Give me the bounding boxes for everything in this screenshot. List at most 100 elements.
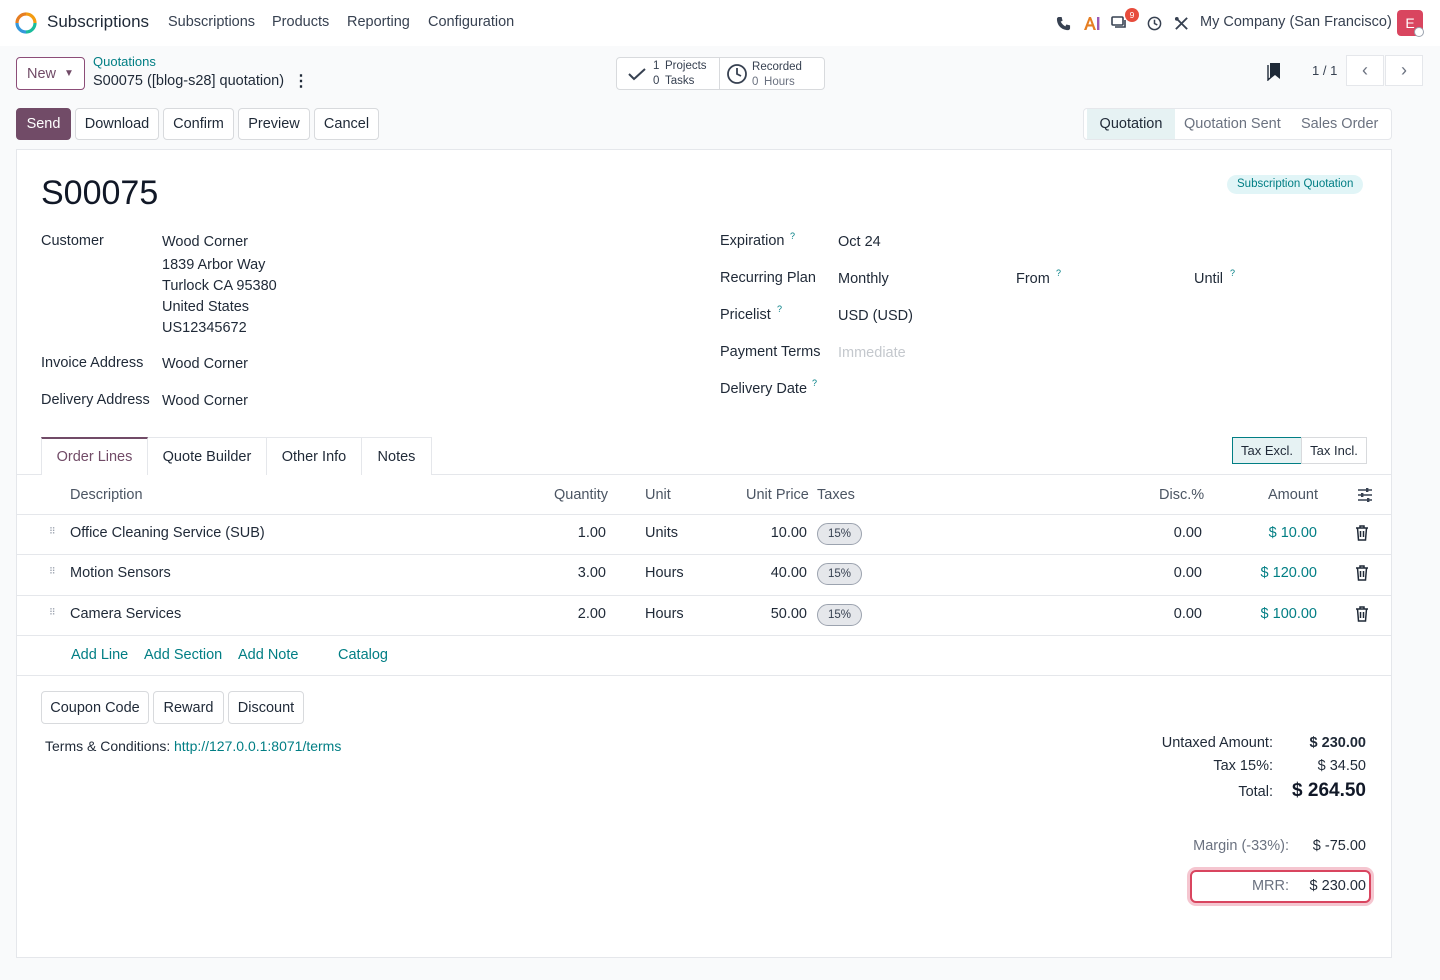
line-tax-badge[interactable]: 15% xyxy=(817,563,862,585)
reward-button[interactable]: Reward xyxy=(153,691,224,724)
invoice-address-field[interactable]: Wood Corner xyxy=(162,356,248,372)
line-tax-badge[interactable]: 15% xyxy=(817,604,862,626)
add-line-link[interactable]: Add Line xyxy=(71,647,128,663)
delete-line-icon[interactable] xyxy=(1355,525,1369,541)
margin-value: $ -75.00 xyxy=(1312,838,1366,854)
pricelist-label: Pricelist xyxy=(720,307,771,323)
line-unit[interactable]: Hours xyxy=(645,565,684,581)
breadcrumb-quotations[interactable]: Quotations xyxy=(93,54,156,69)
payment-terms-field[interactable]: Immediate xyxy=(838,345,906,361)
line-unit-price[interactable]: 50.00 xyxy=(737,606,807,622)
download-button[interactable]: Download xyxy=(75,108,159,140)
delete-line-icon[interactable] xyxy=(1355,565,1369,581)
line-amount: $ 100.00 xyxy=(1260,606,1317,622)
column-amount[interactable]: Amount xyxy=(1268,487,1318,503)
tab-other-info[interactable]: Other Info xyxy=(266,437,362,475)
discount-button[interactable]: Discount xyxy=(228,691,304,724)
line-description[interactable]: Office Cleaning Service (SUB) xyxy=(70,525,265,541)
pager-previous-button[interactable]: ‹ xyxy=(1346,55,1384,86)
hours-label: Hours xyxy=(764,76,795,88)
subscriptions-app-icon[interactable] xyxy=(14,11,38,35)
line-unit[interactable]: Hours xyxy=(645,606,684,622)
drag-handle-icon[interactable]: ⠿ xyxy=(49,527,57,541)
tab-notes[interactable]: Notes xyxy=(361,437,432,475)
catalog-link[interactable]: Catalog xyxy=(338,647,388,663)
pricelist-help-icon[interactable]: ? xyxy=(777,304,782,314)
column-taxes[interactable]: Taxes xyxy=(817,487,855,503)
delivery-address-field[interactable]: Wood Corner xyxy=(162,393,248,409)
line-unit[interactable]: Units xyxy=(645,525,678,541)
drag-handle-icon[interactable]: ⠿ xyxy=(49,608,57,622)
recurring-plan-field[interactable]: Monthly xyxy=(838,271,889,287)
confirm-button[interactable]: Confirm xyxy=(163,108,234,140)
delivery-address-label: Delivery Address xyxy=(41,392,150,408)
app-name[interactable]: Subscriptions xyxy=(47,12,149,32)
drag-handle-icon[interactable]: ⠿ xyxy=(49,567,57,581)
invoice-address-label: Invoice Address xyxy=(41,355,144,371)
recorded-hours-smart-button[interactable]: Recorded 0 Hours xyxy=(720,58,824,89)
delivery-date-help-icon[interactable]: ? xyxy=(812,378,817,388)
line-discount[interactable]: 0.00 xyxy=(1140,606,1202,622)
phone-icon[interactable] xyxy=(1053,13,1073,33)
menu-subscriptions[interactable]: Subscriptions xyxy=(168,14,255,30)
tax-included-toggle[interactable]: Tax Incl. xyxy=(1301,437,1367,464)
projects-smart-button[interactable]: 1 Projects 0 Tasks xyxy=(617,58,721,89)
line-quantity[interactable]: 3.00 xyxy=(540,565,606,581)
optional-columns-icon[interactable] xyxy=(1357,488,1373,502)
line-description[interactable]: Motion Sensors xyxy=(70,565,171,581)
status-quotation[interactable]: Quotation xyxy=(1087,109,1175,139)
status-sales-order[interactable]: Sales Order xyxy=(1301,109,1378,139)
total-value: $ 264.50 xyxy=(1292,780,1366,801)
column-disc[interactable]: Disc.% xyxy=(1159,487,1204,503)
presence-indicator xyxy=(1414,27,1424,37)
activity-clock-icon[interactable] xyxy=(1144,13,1164,33)
menu-reporting[interactable]: Reporting xyxy=(347,14,410,30)
coupon-code-button[interactable]: Coupon Code xyxy=(41,691,149,724)
line-quantity[interactable]: 1.00 xyxy=(540,525,606,541)
ai-icon[interactable] xyxy=(1081,13,1101,33)
line-unit-price[interactable]: 40.00 xyxy=(737,565,807,581)
column-unit[interactable]: Unit xyxy=(645,487,671,503)
tab-quote-builder[interactable]: Quote Builder xyxy=(147,437,267,475)
tax-excluded-toggle[interactable]: Tax Excl. xyxy=(1232,437,1302,464)
company-switcher[interactable]: My Company (San Francisco) xyxy=(1200,14,1392,30)
add-section-link[interactable]: Add Section xyxy=(144,647,222,663)
preview-button[interactable]: Preview xyxy=(238,108,310,140)
expiration-help-icon[interactable]: ? xyxy=(790,231,795,241)
line-description[interactable]: Camera Services xyxy=(70,606,181,622)
customer-name[interactable]: Wood Corner xyxy=(162,234,248,250)
pager-next-button[interactable]: › xyxy=(1385,55,1423,86)
line-quantity[interactable]: 2.00 xyxy=(540,606,606,622)
pager-value[interactable]: 1 / 1 xyxy=(1312,63,1337,78)
terms-conditions-link[interactable]: http://127.0.0.1:8071/terms xyxy=(174,738,341,754)
pricelist-field[interactable]: USD (USD) xyxy=(838,308,913,324)
menu-configuration[interactable]: Configuration xyxy=(428,14,514,30)
delete-line-icon[interactable] xyxy=(1355,606,1369,622)
row-divider xyxy=(17,635,1391,636)
tab-order-lines[interactable]: Order Lines xyxy=(41,437,148,475)
mrr-value: $ 230.00 xyxy=(1309,878,1366,894)
menu-products[interactable]: Products xyxy=(272,14,329,30)
column-description[interactable]: Description xyxy=(70,487,143,503)
add-note-link[interactable]: Add Note xyxy=(238,647,298,663)
line-discount[interactable]: 0.00 xyxy=(1140,525,1202,541)
until-help-icon[interactable]: ? xyxy=(1230,268,1235,278)
status-bar: Quotation Quotation Sent Sales Order xyxy=(1083,108,1392,140)
tools-icon[interactable] xyxy=(1171,13,1191,33)
line-discount[interactable]: 0.00 xyxy=(1140,565,1202,581)
new-button[interactable]: New ▼ xyxy=(16,57,85,90)
customer-country: United States xyxy=(162,299,250,315)
hours-count: 0 xyxy=(752,76,759,88)
column-unit-price[interactable]: Unit Price xyxy=(746,487,809,503)
line-tax-badge[interactable]: 15% xyxy=(817,523,862,545)
status-quotation-sent[interactable]: Quotation Sent xyxy=(1184,109,1281,139)
bookmark-icon[interactable] xyxy=(1267,61,1283,81)
record-actions-kebab-icon[interactable]: ⋮ xyxy=(293,71,309,91)
from-help-icon[interactable]: ? xyxy=(1056,268,1061,278)
until-label: Until xyxy=(1194,271,1224,287)
column-quantity[interactable]: Quantity xyxy=(554,487,608,503)
expiration-field[interactable]: Oct 24 xyxy=(838,234,881,250)
line-unit-price[interactable]: 10.00 xyxy=(737,525,807,541)
send-button[interactable]: Send xyxy=(16,108,71,140)
cancel-button[interactable]: Cancel xyxy=(314,108,379,140)
